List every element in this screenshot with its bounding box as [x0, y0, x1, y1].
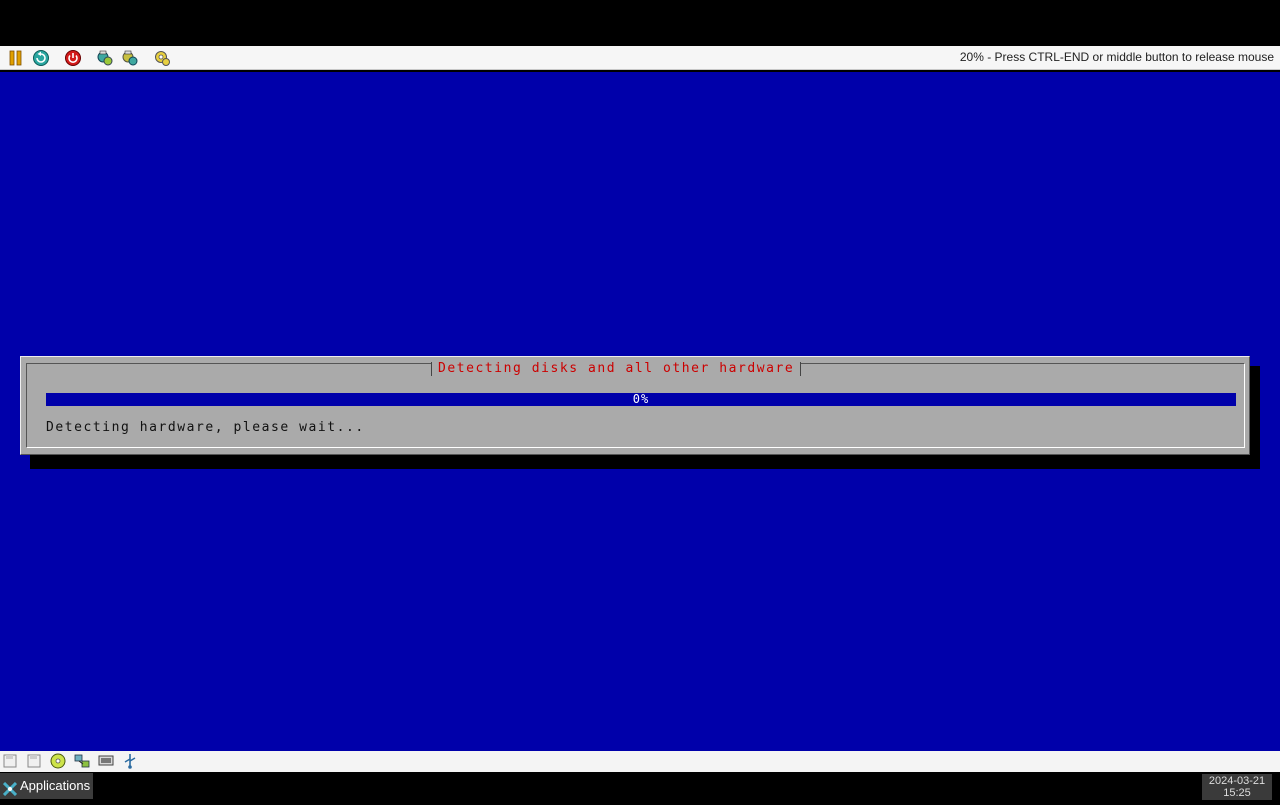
guest-screen[interactable]: Detecting disks and all other hardware 0…: [0, 72, 1280, 751]
display-icon[interactable]: [98, 753, 114, 769]
snapshot-icon[interactable]: [96, 49, 114, 67]
network-icon[interactable]: [74, 753, 90, 769]
clock-date: 2024-03-21: [1208, 775, 1266, 787]
top-black-bar: [0, 0, 1280, 46]
applications-menu-button[interactable]: Applications: [0, 773, 93, 799]
snapshot-revert-icon[interactable]: [121, 49, 139, 67]
clock-time: 15:25: [1223, 787, 1251, 799]
usb-icon[interactable]: [122, 753, 138, 769]
applications-menu-icon: [2, 779, 18, 797]
floppy-icon[interactable]: [2, 753, 18, 769]
pause-icon[interactable]: [7, 49, 25, 67]
device-toolbar: [0, 751, 1280, 772]
settings-icon[interactable]: [153, 49, 171, 67]
dialog-message: Detecting hardware, please wait...: [46, 420, 365, 435]
floppy-b-icon[interactable]: [26, 753, 42, 769]
dialog-frame: Detecting disks and all other hardware 0…: [26, 362, 1245, 448]
power-icon[interactable]: [64, 49, 82, 67]
taskbar: Applications 2024-03-21 15:25: [0, 772, 1280, 800]
dialog-title: Detecting disks and all other hardware: [431, 362, 802, 376]
progress-label: 0%: [632, 392, 650, 406]
progress-bar: 0%: [46, 393, 1236, 406]
clock[interactable]: 2024-03-21 15:25: [1202, 774, 1272, 800]
reset-icon[interactable]: [32, 49, 50, 67]
vm-status-text: 20% - Press CTRL-END or middle button to…: [959, 50, 1274, 64]
applications-label: Applications: [20, 778, 91, 793]
installer-dialog: Detecting disks and all other hardware 0…: [20, 356, 1250, 455]
cdrom-icon[interactable]: [50, 753, 66, 769]
vm-toolbar: 20% - Press CTRL-END or middle button to…: [0, 46, 1280, 70]
